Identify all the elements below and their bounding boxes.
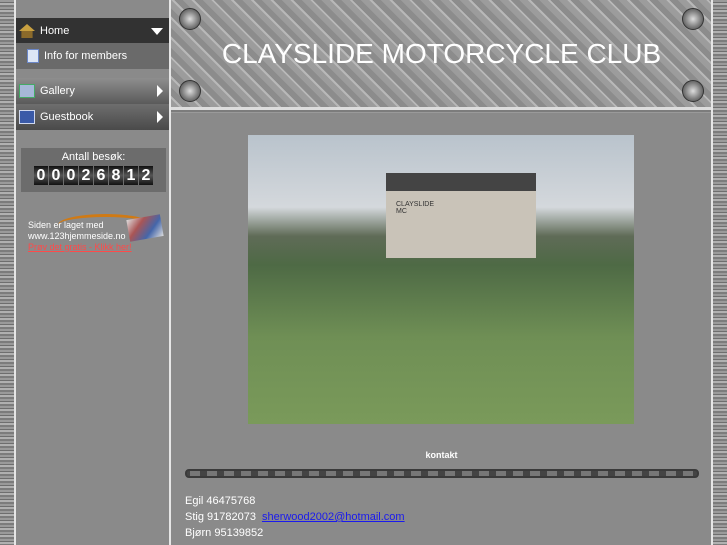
clubhouse-sign: CLAYSLIDE MC xyxy=(396,201,434,215)
page-icon xyxy=(27,49,39,63)
nav-info-for-members[interactable]: Info for members xyxy=(16,43,169,69)
bolt-icon xyxy=(179,8,201,30)
nav-label: Home xyxy=(40,25,70,37)
divider xyxy=(711,0,713,545)
home-icon xyxy=(19,24,35,38)
nav-label: Info for members xyxy=(44,50,128,62)
header-banner: CLAYSLIDE MOTORCYCLE CLUB xyxy=(171,0,712,110)
nav-label: Gallery xyxy=(40,85,75,97)
section-title: kontakt xyxy=(425,450,458,460)
main-content: CLAYSLIDE MC kontakt Egil 46475768 Stig … xyxy=(171,113,712,545)
counter-digit: 6 xyxy=(94,166,108,185)
counter-digit: 8 xyxy=(109,166,123,185)
clubhouse: CLAYSLIDE MC xyxy=(386,173,536,258)
bolt-icon xyxy=(179,80,201,102)
contact-list: Egil 46475768 Stig 91782073 sherwood2002@… xyxy=(185,493,405,541)
nav-gallery[interactable]: Gallery xyxy=(16,78,169,104)
counter-digit: 0 xyxy=(64,166,78,185)
nav-guestbook[interactable]: Guestbook xyxy=(16,104,169,130)
chevron-right-icon xyxy=(157,111,163,123)
club-house-photo: CLAYSLIDE MC xyxy=(248,135,634,424)
counter-digit: 2 xyxy=(139,166,153,185)
ad-link[interactable]: Prøv det gratis - Klikk her! xyxy=(28,242,132,252)
chain-divider xyxy=(185,469,699,478)
sidebar: Home Info for members Gallery Guestbook … xyxy=(14,0,171,545)
site-title: CLAYSLIDE MOTORCYCLE CLUB xyxy=(221,38,662,69)
bolt-icon xyxy=(682,8,704,30)
counter-label: Antall besøk: xyxy=(61,151,126,163)
nav-home[interactable]: Home xyxy=(16,18,169,44)
photo-album-icon xyxy=(126,214,164,242)
chevron-right-icon xyxy=(157,85,163,97)
contact-text: Stig 91782073 xyxy=(185,511,256,523)
counter-digit: 1 xyxy=(124,166,138,185)
gallery-icon xyxy=(19,84,35,98)
builder-ad[interactable]: Siden er laget med www.123hjemmeside.no … xyxy=(28,214,164,253)
contact-item: Egil 46475768 xyxy=(185,495,256,507)
nav-label: Guestbook xyxy=(40,111,94,123)
chevron-down-icon xyxy=(151,28,163,35)
bolt-icon xyxy=(682,80,704,102)
visit-counter: Antall besøk: 0 0 0 2 6 8 1 2 xyxy=(21,148,166,192)
counter-digit: 0 xyxy=(34,166,48,185)
contact-item: Bjørn 95139852 xyxy=(185,527,264,539)
counter-digit: 0 xyxy=(49,166,63,185)
counter-digit: 2 xyxy=(79,166,93,185)
contact-item: Stig 91782073 sherwood2002@hotmail.com xyxy=(185,509,405,525)
book-icon xyxy=(19,110,35,124)
email-link[interactable]: sherwood2002@hotmail.com xyxy=(262,511,405,523)
